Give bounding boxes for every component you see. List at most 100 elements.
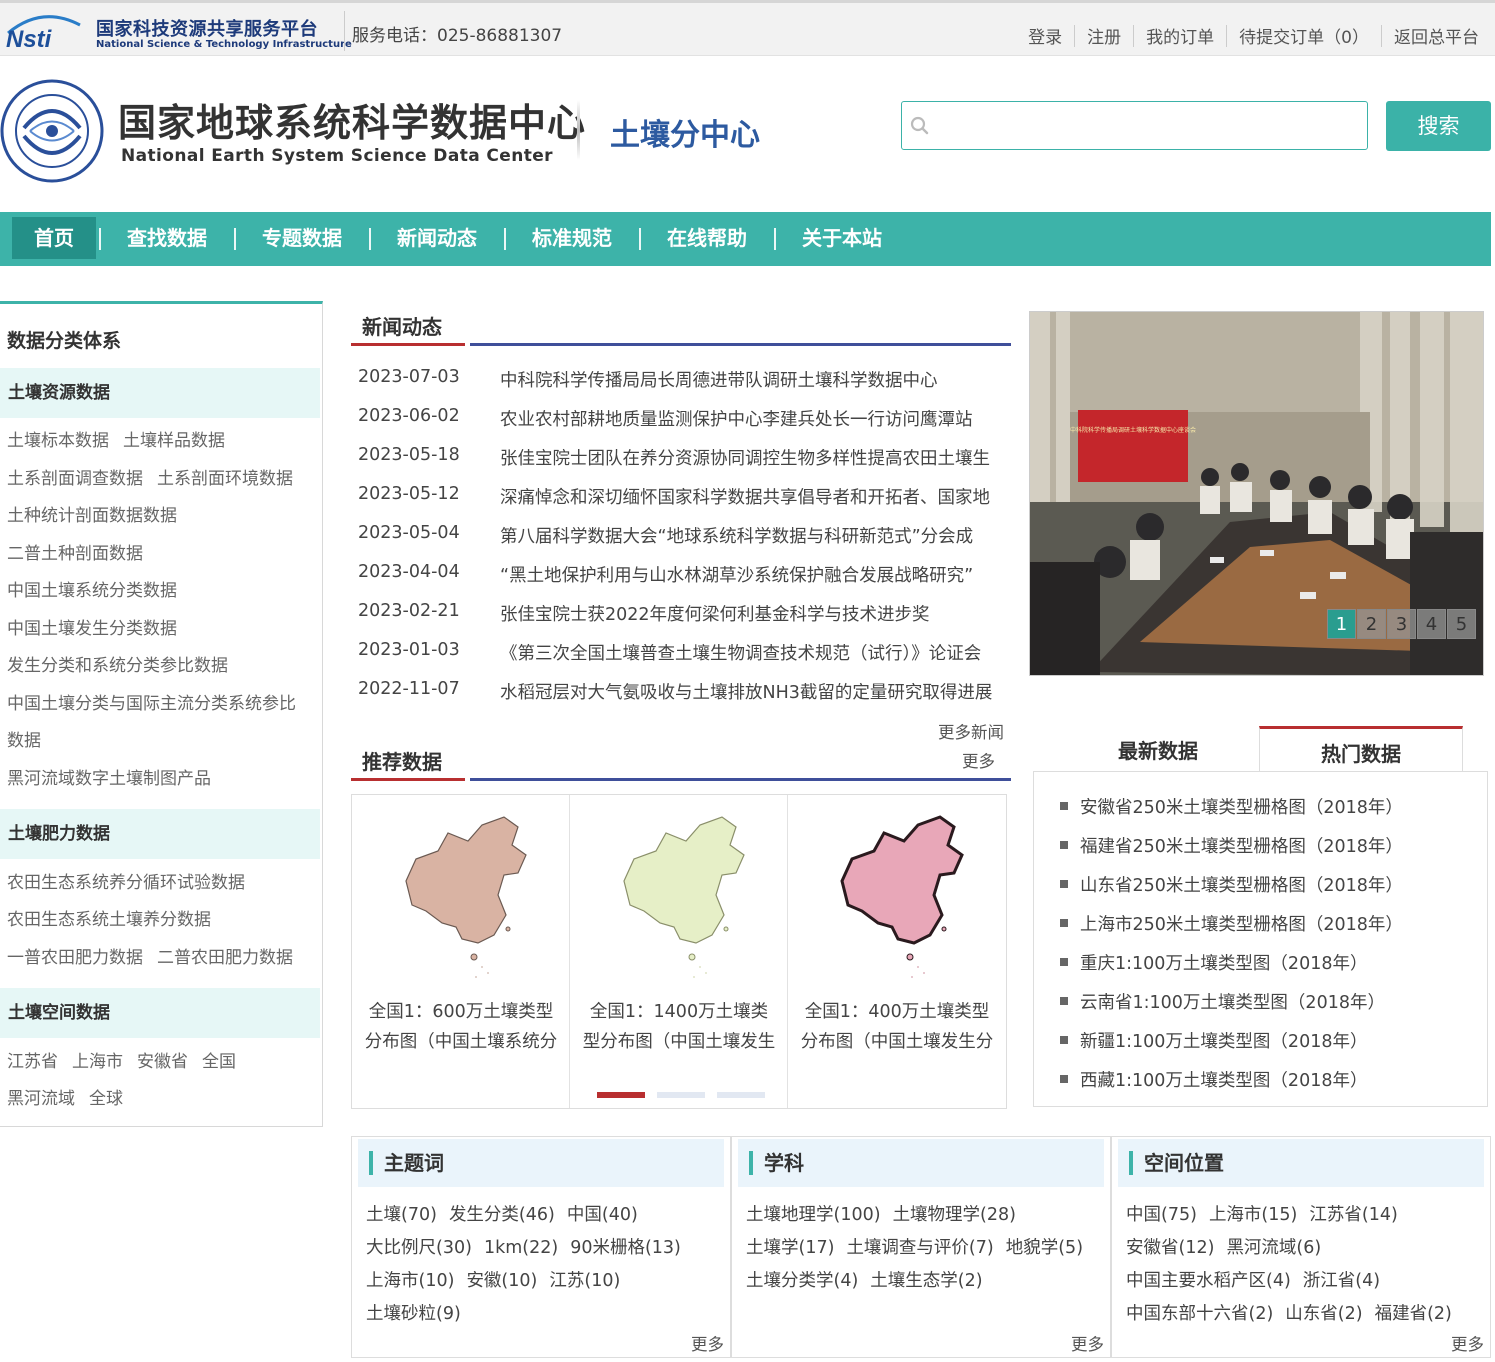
nsti-logo[interactable]: Nsti 国家科技资源共享服务平台 National Science & Tec…: [4, 9, 352, 53]
tag-link[interactable]: 发生分类(46): [449, 1205, 555, 1225]
news-title[interactable]: 深痛悼念和深切缅怀国家科学数据共享倡导者和开拓者、国家地: [500, 484, 1008, 509]
data-list-item-label[interactable]: 云南省1:100万土壤类型图（2018年）: [1080, 993, 1385, 1013]
sidebar-link[interactable]: 农田生态系统养分循环试验数据: [7, 873, 245, 893]
tag-link[interactable]: 浙江省(4): [1303, 1271, 1380, 1291]
tag-link[interactable]: 地貌学(5): [1006, 1238, 1083, 1258]
news-title[interactable]: 中科院科学传播局局长周德进带队调研土壤科学数据中心: [500, 367, 1008, 392]
tag-link[interactable]: 安徽省(12): [1126, 1238, 1214, 1258]
data-list-item-label[interactable]: 福建省250米土壤类型栅格图（2018年）: [1080, 837, 1403, 857]
news-item[interactable]: 2023-02-21 张佳宝院士获2022年度何梁何利基金科学与技术进步奖: [358, 601, 1010, 631]
tag-link[interactable]: 土壤分类学(4): [746, 1271, 858, 1291]
news-item[interactable]: 2022-11-07 水稻冠层对大气氨吸收与土壤排放NH3截留的定量研究取得进展: [358, 679, 1010, 709]
tag-link[interactable]: 90米栅格(13): [570, 1238, 681, 1258]
sidebar-link[interactable]: 黑河流域: [7, 1089, 75, 1109]
news-title[interactable]: 水稻冠层对大气氨吸收与土壤排放NH3截留的定量研究取得进展: [500, 679, 1008, 704]
discipline-more-link[interactable]: 更多: [1071, 1331, 1104, 1355]
news-title[interactable]: 张佳宝院士团队在养分资源协同调控生物多样性提高农田土壤生: [500, 445, 1008, 470]
data-list-item-label[interactable]: 重庆1:100万土壤类型图（2018年）: [1080, 954, 1367, 974]
data-list-item[interactable]: 新疆1:100万土壤类型图（2018年）: [1060, 1028, 1367, 1053]
sidebar-link[interactable]: 中国土壤系统分类数据: [7, 581, 177, 601]
tag-link[interactable]: 安徽(10): [466, 1271, 537, 1291]
sidebar-link[interactable]: 中国土壤发生分类数据: [7, 619, 177, 639]
tag-link[interactable]: 上海市(15): [1209, 1205, 1297, 1225]
data-list-item[interactable]: 山东省250米土壤类型栅格图（2018年）: [1060, 872, 1403, 897]
tag-link[interactable]: 1km(22): [484, 1238, 558, 1258]
news-title[interactable]: 农业农村部耕地质量监测保护中心李建兵处长一行访问鹰潭站: [500, 406, 1008, 431]
sidebar-link[interactable]: 发生分类和系统分类参比数据: [7, 656, 228, 676]
news-item[interactable]: 2023-05-04 第八届科学数据大会“地球系统科学数据与科研新范式”分会成: [358, 523, 1010, 553]
login-link[interactable]: 登录: [1016, 23, 1074, 48]
tag-link[interactable]: 大比例尺(30): [366, 1238, 472, 1258]
carousel-dot-1[interactable]: 1: [1327, 609, 1356, 639]
sidebar-link[interactable]: 中国土壤分类与国际主流分类系统参比: [7, 694, 296, 714]
data-list-item[interactable]: 福建省250米土壤类型栅格图（2018年）: [1060, 833, 1403, 858]
nav-about[interactable]: 关于本站: [785, 217, 899, 259]
sidebar-link[interactable]: 黑河流域数字土壤制图产品: [7, 769, 211, 789]
nav-topic-data[interactable]: 专题数据: [245, 217, 359, 259]
tag-link[interactable]: 土壤学(17): [746, 1238, 834, 1258]
tag-link[interactable]: 江苏省(14): [1309, 1205, 1397, 1225]
news-title[interactable]: “黑土地保护利用与山水林湖草沙系统保护融合发展战略研究”: [500, 562, 1008, 587]
sidebar-category-soil-fertility[interactable]: 土壤肥力数据: [0, 809, 320, 859]
sidebar-link[interactable]: 江苏省: [7, 1052, 58, 1072]
nav-home[interactable]: 首页: [12, 217, 96, 259]
register-link[interactable]: 注册: [1075, 23, 1133, 48]
recommend-more-link[interactable]: 更多: [962, 748, 995, 772]
data-list-item[interactable]: 西藏1:100万土壤类型图（2018年）: [1060, 1067, 1367, 1092]
sidebar-link[interactable]: 土系剖面环境数据: [157, 469, 293, 489]
return-platform-link[interactable]: 返回总平台: [1382, 23, 1479, 48]
sidebar-link[interactable]: 全球: [89, 1089, 123, 1109]
sidebar-category-soil-spatial[interactable]: 土壤空间数据: [0, 988, 320, 1038]
data-list-item-label[interactable]: 新疆1:100万土壤类型图（2018年）: [1080, 1032, 1367, 1052]
data-list-item[interactable]: 重庆1:100万土壤类型图（2018年）: [1060, 950, 1367, 975]
sidebar-link[interactable]: 上海市: [72, 1052, 123, 1072]
nav-help[interactable]: 在线帮助: [650, 217, 764, 259]
tab-popular-data[interactable]: 热门数据: [1259, 726, 1463, 772]
my-orders-link[interactable]: 我的订单: [1134, 23, 1226, 48]
carousel-dot-3[interactable]: 3: [1387, 609, 1416, 639]
news-title[interactable]: 张佳宝院士获2022年度何梁何利基金科学与技术进步奖: [500, 601, 1008, 626]
tag-link[interactable]: 土壤砂粒(9): [366, 1304, 461, 1324]
tag-link[interactable]: 江苏(10): [549, 1271, 620, 1291]
recommend-page-indicator-1[interactable]: [597, 1092, 645, 1098]
data-list-item-label[interactable]: 安徽省250米土壤类型栅格图（2018年）: [1080, 798, 1403, 818]
sidebar-link[interactable]: 安徽省: [137, 1052, 188, 1072]
sidebar-link[interactable]: 土壤样品数据: [123, 431, 225, 451]
keyword-more-link[interactable]: 更多: [691, 1331, 724, 1355]
tag-link[interactable]: 土壤物理学(28): [893, 1205, 1016, 1225]
news-item[interactable]: 2023-05-12 深痛悼念和深切缅怀国家科学数据共享倡导者和开拓者、国家地: [358, 484, 1010, 514]
location-more-link[interactable]: 更多: [1451, 1331, 1484, 1355]
news-title[interactable]: 第八届科学数据大会“地球系统科学数据与科研新范式”分会成: [500, 523, 1008, 548]
carousel-dot-4[interactable]: 4: [1417, 609, 1446, 639]
sidebar-link[interactable]: 一普农田肥力数据: [7, 948, 143, 968]
recommend-page-indicator-2[interactable]: [657, 1092, 705, 1098]
sidebar-link[interactable]: 二普土种剖面数据: [7, 544, 143, 564]
news-item[interactable]: 2023-01-03 《第三次全国土壤普查土壤生物调查技术规范（试行）》论证会: [358, 640, 1010, 670]
tag-link[interactable]: 上海市(10): [366, 1271, 454, 1291]
recommend-card-caption[interactable]: 全国1：600万土壤类型分布图（中国土壤系统分类）: [364, 997, 558, 1059]
carousel-dot-5[interactable]: 5: [1447, 609, 1476, 639]
tag-link[interactable]: 土壤地理学(100): [746, 1205, 881, 1225]
search-button[interactable]: 搜索: [1386, 101, 1491, 151]
data-list-item-label[interactable]: 山东省250米土壤类型栅格图（2018年）: [1080, 876, 1403, 896]
tag-link[interactable]: 土壤调查与评价(7): [846, 1238, 993, 1258]
pending-orders-link[interactable]: 待提交订单（0）: [1227, 23, 1381, 48]
sidebar-link[interactable]: 二普农田肥力数据: [157, 948, 293, 968]
news-item[interactable]: 2023-04-04 “黑土地保护利用与山水林湖草沙系统保护融合发展战略研究”: [358, 562, 1010, 592]
recommend-card[interactable]: 全国1：600万土壤类型分布图（中国土壤系统分类）: [352, 795, 570, 1108]
sidebar-link[interactable]: 农田生态系统土壤养分数据: [7, 910, 211, 930]
news-title[interactable]: 《第三次全国土壤普查土壤生物调查技术规范（试行）》论证会: [500, 640, 1008, 665]
news-item[interactable]: 2023-05-18 张佳宝院士团队在养分资源协同调控生物多样性提高农田土壤生: [358, 445, 1010, 475]
news-item[interactable]: 2023-07-03 中科院科学传播局局长周德进带队调研土壤科学数据中心: [358, 367, 1010, 397]
tag-link[interactable]: 黑河流域(6): [1226, 1238, 1321, 1258]
nav-news[interactable]: 新闻动态: [380, 217, 494, 259]
sidebar-link[interactable]: 土系剖面调查数据: [7, 469, 143, 489]
sidebar-link[interactable]: 土种统计剖面数据数据: [7, 506, 177, 526]
data-list-item[interactable]: 云南省1:100万土壤类型图（2018年）: [1060, 989, 1385, 1014]
data-list-item[interactable]: 上海市250米土壤类型栅格图（2018年）: [1060, 911, 1403, 936]
search-input[interactable]: [938, 108, 1358, 144]
center-emblem-icon[interactable]: [0, 72, 104, 190]
nav-standards[interactable]: 标准规范: [515, 217, 629, 259]
tag-link[interactable]: 中国(75): [1126, 1205, 1197, 1225]
tag-link[interactable]: 山东省(2): [1285, 1304, 1362, 1324]
